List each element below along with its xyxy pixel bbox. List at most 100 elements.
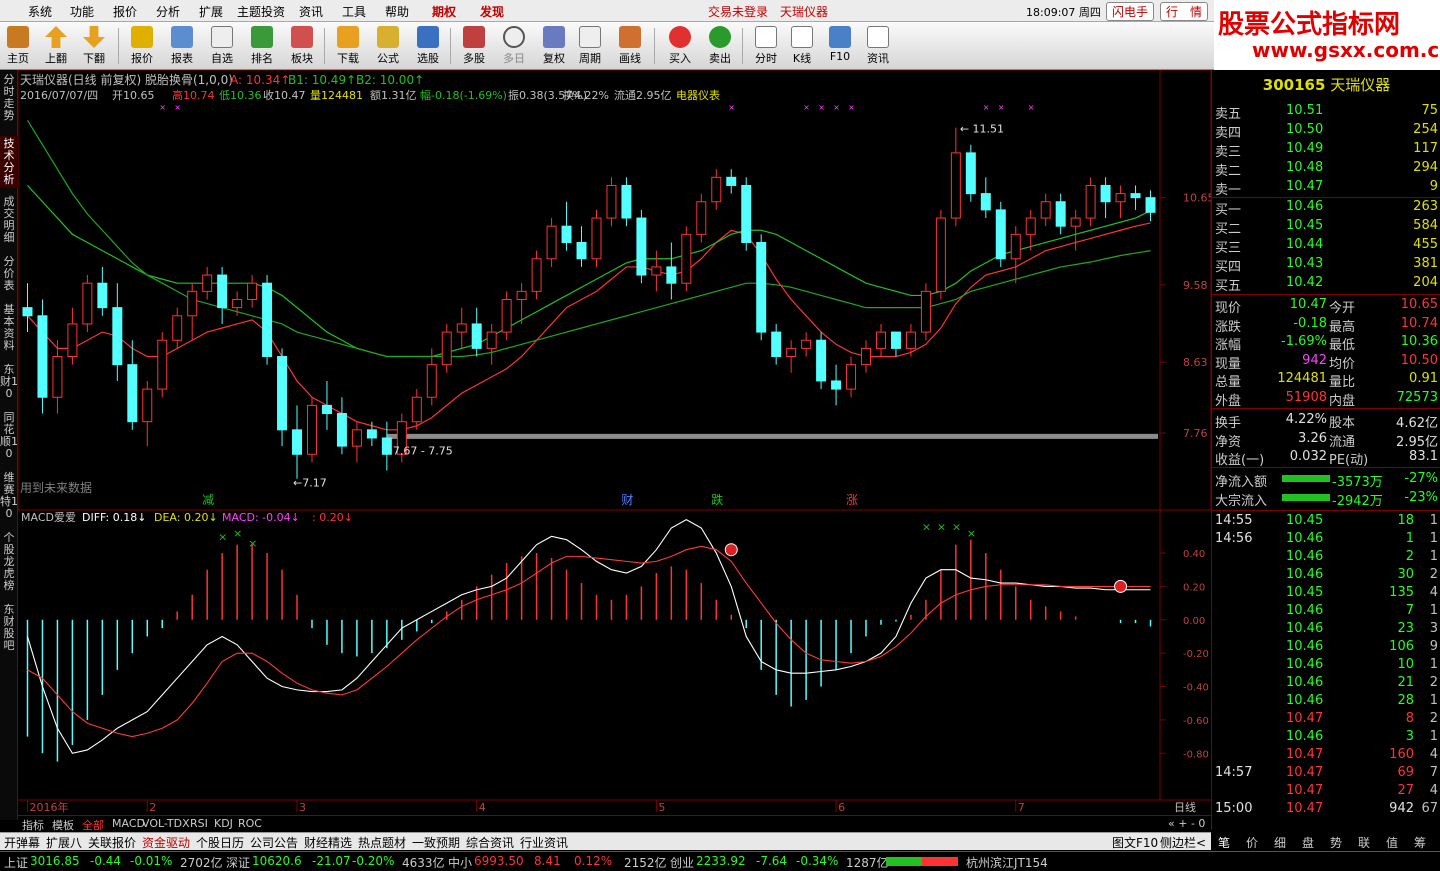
tab-eastmoney[interactable]: 东财10	[0, 364, 18, 400]
sector-icon	[291, 26, 313, 48]
tab-rsi[interactable]: RSI	[190, 817, 208, 830]
menu-help[interactable]: 帮助	[385, 3, 409, 20]
tab-roc[interactable]: ROC	[238, 817, 262, 830]
buy-row: 买四 10.43 381	[1212, 255, 1440, 275]
menu-discover[interactable]: 发现	[480, 3, 504, 20]
tab-intraday[interactable]: 分时走势	[0, 74, 18, 122]
chart-area[interactable]: 10.65 9.58 8.63 7.76 ← 11.51 ←7.17 7.67 - 7.75…	[18, 70, 1211, 815]
period-button[interactable]: 周期	[572, 24, 608, 68]
index-name[interactable]: 创业	[670, 854, 694, 871]
sector-button[interactable]: 板块	[284, 24, 320, 68]
multi-stock-button[interactable]: 多股	[456, 24, 492, 68]
page-down-button[interactable]: 下翻	[76, 24, 112, 68]
scroll-controls[interactable]: « + - 0	[1168, 817, 1205, 830]
tab-basic-info[interactable]: 基本资料	[0, 304, 18, 352]
stat-row: 涨跌 -0.18 最高 10.74	[1212, 315, 1440, 335]
market-button[interactable]: 行 情	[1160, 2, 1209, 21]
pencil-icon	[619, 26, 641, 48]
event-marker[interactable]: 减	[202, 493, 214, 507]
candle-body	[202, 274, 213, 292]
f10-button[interactable]: F10	[822, 24, 858, 68]
candle	[127, 340, 138, 430]
news-tab[interactable]: 行业资讯	[520, 834, 568, 851]
index-name[interactable]: 上证	[4, 854, 28, 871]
candle-body	[995, 209, 1006, 260]
menu-theme[interactable]: 主题投资	[237, 3, 285, 20]
macd-tick-label: -0.60	[1183, 716, 1209, 727]
login-status[interactable]: 交易未登录	[708, 3, 768, 20]
cross-dot	[724, 543, 738, 557]
tab-indicator[interactable]: 指标	[22, 817, 44, 833]
event-marker[interactable]: 跌	[711, 492, 723, 507]
info-high: 高10.74	[172, 88, 215, 102]
candle-body	[651, 266, 662, 276]
stock-picker-button[interactable]: 选股	[410, 24, 446, 68]
tab-dragon-tiger[interactable]: 个股龙虎榜	[0, 532, 18, 592]
menu-options[interactable]: 期权	[432, 3, 456, 20]
news-button[interactable]: 资讯	[860, 24, 896, 68]
menu-extend[interactable]: 扩展	[199, 3, 223, 20]
tab-ths[interactable]: 同花顺10	[0, 412, 18, 460]
event-marker[interactable]: 涨	[846, 492, 858, 507]
tab-price-table[interactable]: 分价表	[0, 256, 18, 292]
news-tab[interactable]: 资金驱动	[142, 834, 190, 851]
menu-tools[interactable]: 工具	[342, 3, 366, 20]
index-name[interactable]: 深证	[226, 854, 250, 871]
candle	[1055, 193, 1066, 235]
draw-line-button[interactable]: 画线	[612, 24, 648, 68]
tab-trade-detail[interactable]: 成交明细	[0, 196, 18, 244]
tick-volume: 23	[1397, 621, 1414, 636]
formula-button[interactable]: 公式	[370, 24, 406, 68]
news-tab[interactable]: 扩展八	[46, 834, 82, 851]
flash-trade-button[interactable]: 闪电手	[1106, 2, 1155, 21]
tick-volume: 3	[1405, 729, 1414, 744]
tab-template[interactable]: 模板	[52, 817, 74, 833]
menu-quote[interactable]: 报价	[113, 3, 137, 20]
ranking-button[interactable]: 排名	[244, 24, 280, 68]
kline-button[interactable]: K线	[784, 24, 820, 68]
event-marker[interactable]: 财	[621, 493, 633, 507]
news-tab[interactable]: 公司公告	[250, 834, 298, 851]
news-tab[interactable]: 关联报价	[88, 834, 136, 851]
menu-function[interactable]: 功能	[70, 3, 94, 20]
candle	[217, 266, 228, 324]
news-tab[interactable]: 财经精选	[304, 834, 352, 851]
news-tab[interactable]: 个股日历	[196, 834, 244, 851]
tab-all[interactable]: 全部	[82, 817, 104, 833]
macd-title: MACD爱爱	[21, 511, 76, 524]
tab-technical-analysis[interactable]: 技术分析	[0, 136, 18, 188]
sell-button[interactable]: 卖出	[702, 24, 738, 68]
candle-body	[127, 364, 138, 423]
quote-button[interactable]: 报价	[124, 24, 160, 68]
watchlist-button[interactable]: 自选	[204, 24, 240, 68]
tick-price: 10.45	[1286, 585, 1324, 600]
news-tab[interactable]: 开弹幕	[4, 834, 40, 851]
intraday-button[interactable]: 分时	[748, 24, 784, 68]
tab-vol[interactable]: VOL-TDX	[142, 817, 190, 830]
sidebar-toggle[interactable]: 侧边栏<	[1160, 834, 1206, 851]
menu-system[interactable]: 系统	[28, 3, 52, 20]
download-button[interactable]: 下载	[330, 24, 366, 68]
news-tab[interactable]: 一致预期	[412, 834, 460, 851]
candle-body	[1085, 184, 1096, 219]
news-tab[interactable]: 热点题材	[358, 834, 406, 851]
menu-analysis[interactable]: 分析	[156, 3, 180, 20]
sell-level-label: 卖五	[1215, 107, 1242, 122]
adjust-button[interactable]: 复权	[536, 24, 572, 68]
tab-stock-forum[interactable]: 东财股吧	[0, 604, 18, 652]
sell-row: 卖五 10.51 75	[1212, 102, 1440, 122]
candle-body	[217, 274, 228, 309]
report-button[interactable]: 报表	[164, 24, 200, 68]
multi-day-button[interactable]: 多日	[496, 24, 532, 68]
f10-graphic-button[interactable]: 图文F10	[1112, 834, 1158, 851]
home-button[interactable]: 主页	[0, 24, 36, 68]
buy-button[interactable]: 买入	[662, 24, 698, 68]
tab-macd[interactable]: MACD	[112, 817, 145, 830]
news-tab[interactable]: 综合资讯	[466, 834, 514, 851]
menu-news[interactable]: 资讯	[299, 3, 323, 20]
index-name[interactable]: 中小	[448, 854, 472, 871]
tab-kdj[interactable]: KDJ	[214, 817, 233, 830]
tab-wst[interactable]: 维赛特10	[0, 472, 18, 520]
page-up-button[interactable]: 上翻	[38, 24, 74, 68]
tick-row: 10.46 28 1	[1212, 692, 1440, 710]
